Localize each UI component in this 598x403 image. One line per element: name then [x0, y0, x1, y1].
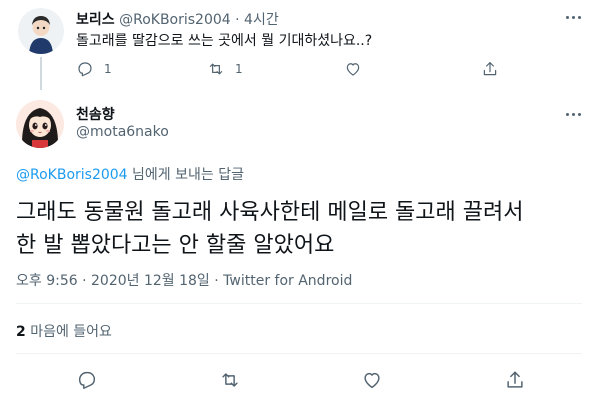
parent-reply-count: 1	[104, 62, 112, 76]
main-share-button[interactable]	[503, 368, 527, 392]
likes-summary[interactable]: 2 마음에 들어요	[16, 321, 112, 341]
source-link[interactable]: Twitter for Android	[223, 273, 352, 289]
thread-connector	[40, 57, 42, 90]
main-more-icon[interactable]	[562, 106, 584, 122]
parent-share-button[interactable]	[481, 60, 499, 78]
reply-icon	[78, 371, 96, 389]
tweet-timestamp: 오후 9:56 · 2020년 12월 18일 · Twitter for An…	[16, 270, 352, 290]
retweet-icon	[222, 373, 238, 387]
parent-like-button[interactable]	[344, 60, 362, 78]
divider-bottom	[16, 353, 582, 354]
main-avatar[interactable]	[16, 100, 64, 148]
reply-icon	[78, 62, 92, 77]
parent-separator: ·	[235, 12, 240, 28]
reply-mention-link[interactable]: @RoKBoris2004	[16, 167, 128, 183]
main-reply-button[interactable]	[75, 368, 99, 392]
retweet-icon	[209, 63, 223, 75]
parent-header: 보리스 @RoKBoris2004 · 4시간	[76, 9, 279, 29]
heart-icon	[364, 372, 380, 389]
main-actions	[0, 368, 598, 392]
likes-count: 2	[16, 324, 26, 340]
parent-reply-button[interactable]: 1	[76, 60, 112, 78]
main-retweet-button[interactable]	[218, 368, 242, 392]
divider-top	[16, 303, 582, 304]
share-icon	[483, 62, 497, 76]
heart-icon	[346, 63, 360, 76]
parent-handle[interactable]: @RoKBoris2004	[119, 12, 231, 28]
parent-retweet-button[interactable]: 1	[207, 60, 243, 78]
parent-actions: 1 1	[76, 60, 516, 80]
main-text-line-2: 한 발 뽑았다고는 안 할줄 알았어요	[16, 233, 335, 258]
parent-retweet-count: 1	[235, 62, 243, 76]
timestamp-link[interactable]: 오후 9:56 · 2020년 12월 18일 ·	[16, 273, 223, 289]
parent-more-icon[interactable]	[562, 9, 584, 25]
main-like-button[interactable]	[360, 368, 384, 392]
parent-time[interactable]: 4시간	[244, 12, 279, 28]
reply-to-label: 님에게 보내는 답글	[127, 167, 244, 183]
parent-tweet[interactable]: 보리스 @RoKBoris2004 · 4시간 돌고래를 딸감으로 쓰는 곳에서…	[0, 0, 598, 90]
likes-label: 마음에 들어요	[25, 324, 112, 340]
parent-tweet-text: 돌고래를 딸감으로 쓰는 곳에서 뭘 기대하셨나요..?	[76, 33, 373, 49]
parent-display-name[interactable]: 보리스	[76, 12, 115, 28]
main-tweet-text: 그래도 동물원 돌고래 사육사한테 메일로 돌고래 끌려서 한 발 뽑았다고는 …	[16, 196, 586, 262]
replying-to: @RoKBoris2004 님에게 보내는 답글	[16, 164, 244, 184]
share-icon	[507, 371, 523, 388]
main-handle[interactable]: @mota6nako	[76, 124, 169, 140]
main-tweet-header: 천솜향 @mota6nako	[14, 98, 584, 154]
main-display-name[interactable]: 천솜향	[76, 104, 115, 124]
parent-avatar[interactable]	[18, 8, 64, 54]
main-text-line-1: 그래도 동물원 돌고래 사육사한테 메일로 돌고래 끌려서	[16, 200, 524, 225]
